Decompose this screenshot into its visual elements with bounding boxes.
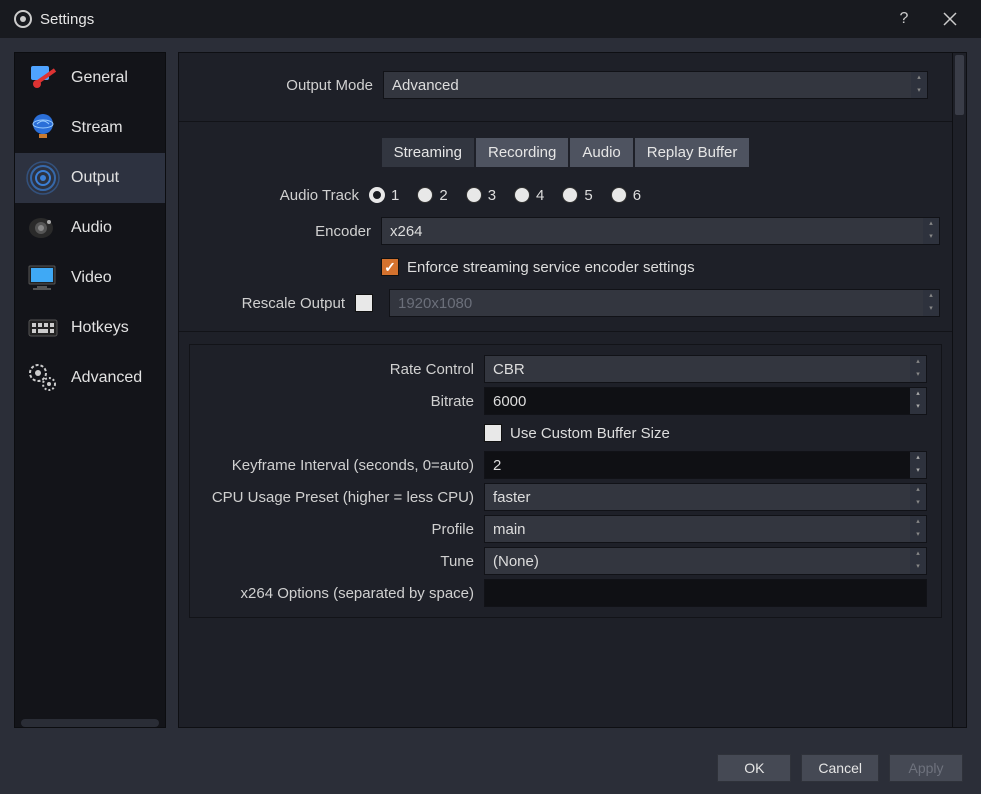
sidebar: General Stream Output Audio Video [14,52,166,728]
chevron-updown-icon [910,484,926,510]
profile-label: Profile [204,521,484,538]
chevron-updown-icon [910,356,926,382]
sidebar-scrollbar[interactable] [21,719,159,727]
tab-recording[interactable]: Recording [476,138,568,167]
bitrate-input[interactable]: 6000 [484,387,927,415]
output-tabs: Streaming Recording Audio Replay Buffer [179,122,952,177]
spinner-icon [910,452,926,478]
audio-icon [25,210,61,246]
sidebar-item-label: Advanced [71,369,142,387]
cpu-preset-select[interactable]: faster [484,483,927,511]
audio-track-1[interactable]: 1 [369,187,399,204]
app-icon [14,10,32,28]
rescale-label: Rescale Output [191,295,355,312]
encoder-label: Encoder [191,223,381,240]
sidebar-item-audio[interactable]: Audio [15,203,165,253]
tab-streaming[interactable]: Streaming [382,138,474,167]
titlebar: Settings ? [0,0,981,38]
streaming-section: Streaming Recording Audio Replay Buffer … [179,122,952,332]
encoder-settings-panel: Rate Control CBR Bitrate 6000 [189,344,942,618]
ok-button[interactable]: OK [717,754,791,782]
chevron-updown-icon [910,516,926,542]
output-mode-label: Output Mode [203,77,383,94]
enforce-label: Enforce streaming service encoder settin… [407,259,695,276]
chevron-updown-icon [923,218,939,244]
keyframe-input[interactable]: 2 [484,451,927,479]
tab-audio[interactable]: Audio [570,138,632,167]
chevron-down-icon [923,290,939,316]
spinner-icon [910,388,926,414]
tab-replay-buffer[interactable]: Replay Buffer [635,138,750,167]
tune-select[interactable]: (None) [484,547,927,575]
sidebar-item-hotkeys[interactable]: Hotkeys [15,303,165,353]
sidebar-item-label: Stream [71,119,123,137]
audio-track-2[interactable]: 2 [417,187,447,204]
sidebar-item-video[interactable]: Video [15,253,165,303]
sidebar-item-advanced[interactable]: Advanced [15,353,165,403]
scrollbar-thumb[interactable] [955,55,964,115]
audio-track-3[interactable]: 3 [466,187,496,204]
rescale-select[interactable]: 1920x1080 [389,289,940,317]
sidebar-item-general[interactable]: General [15,53,165,103]
hotkeys-icon [25,310,61,346]
profile-select[interactable]: main [484,515,927,543]
custom-buffer-checkbox[interactable] [484,424,502,442]
audio-track-5[interactable]: 5 [562,187,592,204]
advanced-icon [25,360,61,396]
chevron-updown-icon [910,548,926,574]
bitrate-label: Bitrate [204,393,484,410]
audio-track-6[interactable]: 6 [611,187,641,204]
close-icon [943,12,957,26]
rate-control-select[interactable]: CBR [484,355,927,383]
cpu-preset-label: CPU Usage Preset (higher = less CPU) [204,489,484,506]
keyframe-label: Keyframe Interval (seconds, 0=auto) [204,457,484,474]
enforce-checkbox[interactable] [381,258,399,276]
main-area: General Stream Output Audio Video [0,38,981,742]
x264-options-label: x264 Options (separated by space) [204,585,484,602]
sidebar-item-label: Video [71,269,112,287]
sidebar-item-label: Audio [71,219,112,237]
rescale-checkbox[interactable] [355,294,373,312]
stream-icon [25,110,61,146]
help-button[interactable]: ? [881,0,927,38]
content-scrollbar[interactable] [953,52,967,728]
sidebar-item-label: Output [71,169,119,187]
output-mode-select[interactable]: Advanced [383,71,928,99]
audio-track-group: 1 2 3 4 5 6 [369,187,641,204]
chevron-updown-icon [911,72,927,98]
sidebar-item-stream[interactable]: Stream [15,103,165,153]
output-icon [25,160,61,196]
tune-label: Tune [204,553,484,570]
apply-button[interactable]: Apply [889,754,963,782]
footer: OK Cancel Apply [0,742,981,794]
sidebar-item-label: General [71,69,128,87]
cancel-button[interactable]: Cancel [801,754,879,782]
close-button[interactable] [927,0,973,38]
content-area: Output Mode Advanced Streaming Recording… [178,52,967,728]
general-icon [25,60,61,96]
window-title: Settings [40,11,94,28]
audio-track-label: Audio Track [179,187,369,204]
video-icon [25,260,61,296]
output-mode-section: Output Mode Advanced [179,53,952,122]
rate-control-label: Rate Control [204,361,484,378]
x264-options-input[interactable] [484,579,927,607]
custom-buffer-label: Use Custom Buffer Size [510,425,670,442]
sidebar-item-label: Hotkeys [71,319,129,337]
encoder-select[interactable]: x264 [381,217,940,245]
sidebar-item-output[interactable]: Output [15,153,165,203]
audio-track-4[interactable]: 4 [514,187,544,204]
